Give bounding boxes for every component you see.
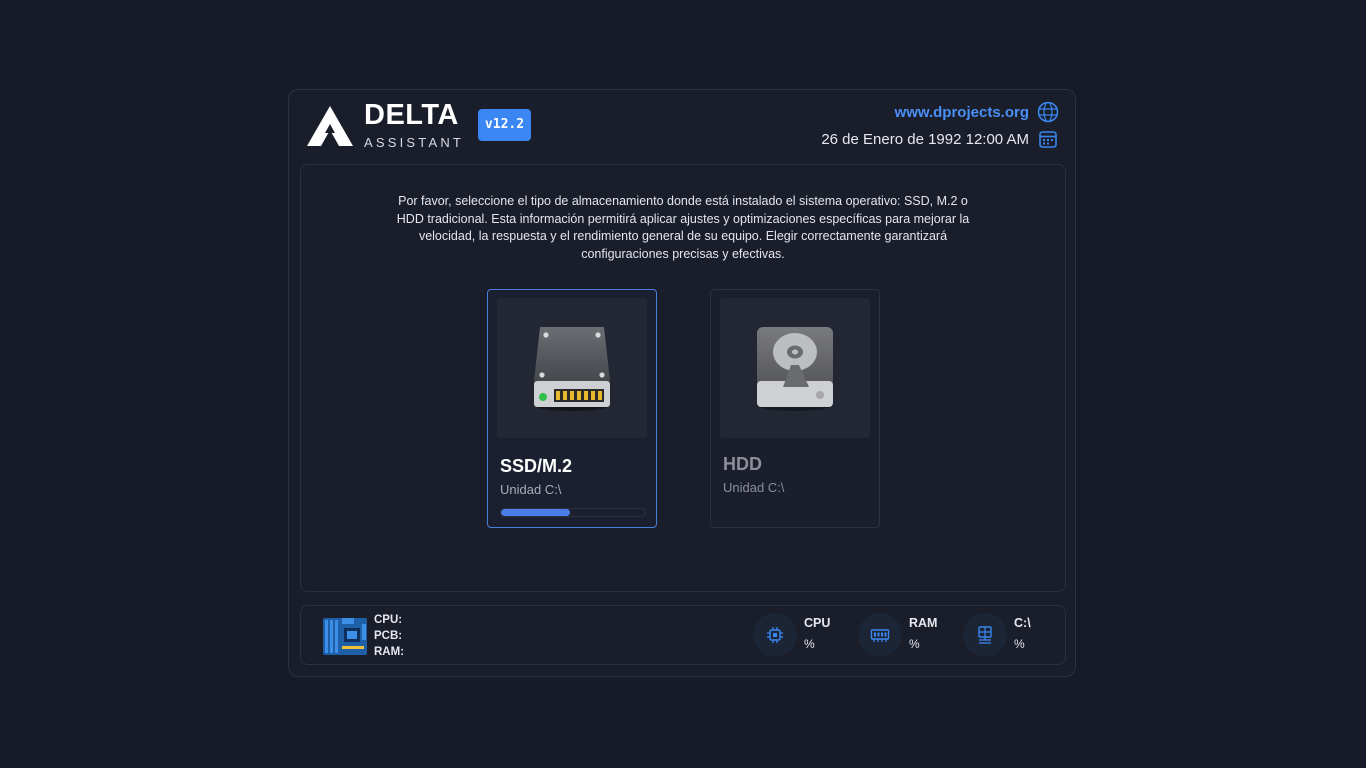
ssd-option-card[interactable]: SSD/M.2 Unidad C:\ bbox=[487, 289, 657, 528]
delta-logo-icon bbox=[307, 106, 353, 146]
hdd-drive-icon bbox=[757, 327, 833, 411]
cpu-stat-value: % bbox=[804, 637, 815, 651]
hdd-option-card[interactable]: HDD Unidad C:\ bbox=[710, 289, 880, 528]
ram-stat-value: % bbox=[909, 637, 920, 651]
ssd-image bbox=[497, 298, 647, 438]
disk-usage-stat: C:\ % bbox=[963, 613, 1053, 657]
ssd-progress-fill bbox=[501, 509, 571, 516]
globe-icon[interactable] bbox=[1037, 101, 1059, 123]
ram-spec-label: RAM: bbox=[374, 646, 405, 658]
cpu-stat-label: CPU bbox=[804, 616, 831, 630]
instructions-text: Por favor, seleccione el tipo de almacen… bbox=[396, 194, 970, 261]
motherboard-icon bbox=[323, 618, 367, 655]
brand-subtitle: ASSISTANT bbox=[364, 135, 465, 150]
ssd-card-subtitle: Unidad C:\ bbox=[500, 482, 562, 497]
ssd-progress-bar bbox=[500, 508, 646, 517]
disk-stat-label: C:\ bbox=[1014, 616, 1031, 630]
datetime-display: 26 de Enero de 1992 12:00 AM bbox=[821, 131, 1029, 148]
version-badge: v12.2 bbox=[478, 109, 531, 141]
ram-stat-label: RAM bbox=[909, 616, 938, 630]
ssd-drive-icon bbox=[534, 327, 610, 411]
cpu-usage-stat: CPU % bbox=[753, 613, 843, 657]
hdd-card-title: HDD bbox=[723, 454, 762, 474]
ram-usage-stat: RAM % bbox=[858, 613, 948, 657]
cpu-icon bbox=[767, 627, 783, 643]
cpu-usage-ring bbox=[753, 613, 797, 657]
cpu-spec-label: CPU: bbox=[374, 614, 403, 626]
brand-name: DELTA bbox=[364, 99, 459, 131]
main-window: DELTA ASSISTANT v12.2 www.dprojects.org … bbox=[288, 89, 1076, 677]
disk-stat-value: % bbox=[1014, 637, 1025, 651]
ssd-card-title: SSD/M.2 bbox=[500, 456, 573, 476]
hdd-image bbox=[720, 298, 870, 438]
ram-icon bbox=[870, 629, 890, 642]
disk-usage-ring bbox=[963, 613, 1007, 657]
system-info-bar: CPU: PCB: RAM: CPU % RAM % C:\ % bbox=[300, 605, 1066, 665]
website-link[interactable]: www.dprojects.org bbox=[895, 104, 1029, 121]
ram-usage-ring bbox=[858, 613, 902, 657]
disk-icon bbox=[978, 626, 992, 644]
pcb-spec-label: PCB: bbox=[374, 630, 403, 642]
calendar-icon[interactable] bbox=[1038, 129, 1058, 149]
hdd-card-subtitle: Unidad C:\ bbox=[723, 480, 785, 495]
system-spec-labels: CPU: PCB: RAM: bbox=[374, 612, 404, 660]
storage-selection-panel: Por favor, seleccione el tipo de almacen… bbox=[300, 164, 1066, 592]
